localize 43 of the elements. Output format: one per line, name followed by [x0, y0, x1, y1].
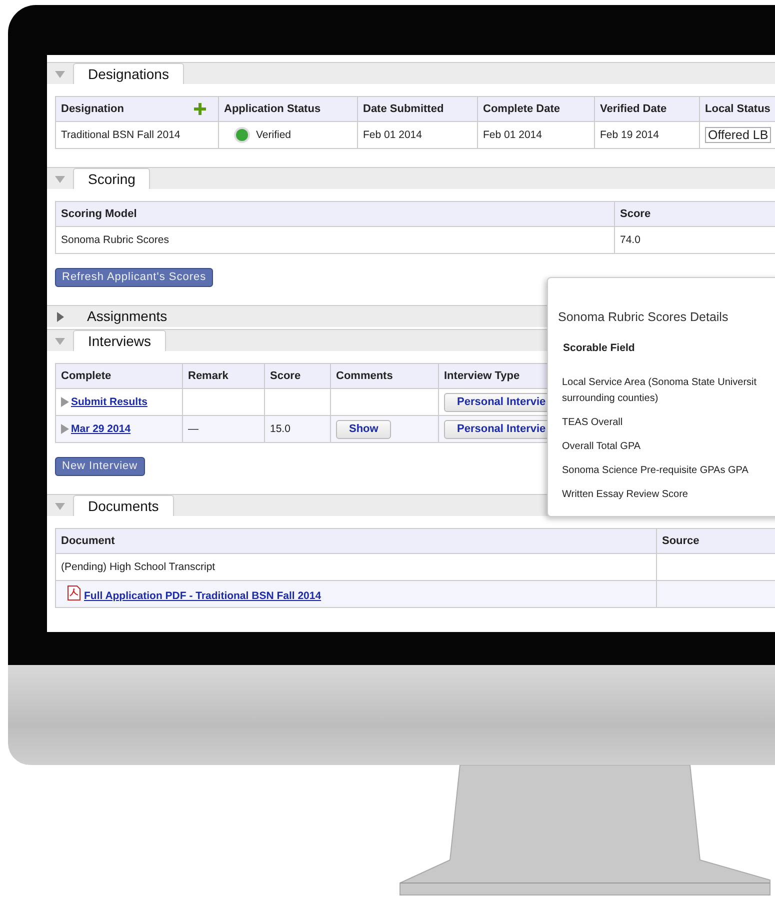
column-header: Complete: [56, 364, 182, 388]
add-icon[interactable]: [194, 103, 206, 115]
column-header: Score: [264, 364, 330, 388]
column-header: Complete Date: [478, 96, 594, 122]
scorable-field: Overall Total GPA: [562, 438, 775, 454]
column-header: Scoring Model: [56, 202, 614, 226]
column-header: Score: [614, 202, 775, 226]
column-header: Scorable Field: [563, 340, 636, 356]
status-text: Verified: [256, 129, 292, 141]
table-cell: Feb 19 2014: [594, 122, 700, 148]
column-header: Comments: [330, 364, 438, 388]
table-cell: Sonoma Rubric Scores: [56, 226, 614, 254]
column-header: Designation: [61, 103, 124, 115]
popup-title: Sonoma Rubric Scores Details: [558, 309, 730, 326]
section-tab[interactable]: Documents: [73, 495, 174, 516]
section-tab[interactable]: Interviews: [73, 330, 166, 351]
section-header[interactable]: Assignments: [87, 306, 168, 327]
table-cell: 15.0: [264, 416, 330, 442]
scorable-field: TEAS Overall: [562, 414, 775, 430]
section-tab[interactable]: Designations: [73, 63, 184, 84]
scorable-field: Written Essay Review Score: [562, 486, 775, 502]
column-header: Remark: [182, 364, 264, 388]
table-cell: —: [182, 416, 264, 442]
refresh-scores-button[interactable]: Refresh Applicant's Scores: [55, 268, 214, 287]
section-tab[interactable]: Scoring: [73, 168, 150, 189]
document-link[interactable]: Full Application PDF - Traditional BSN Fall 2014: [84, 590, 322, 602]
expand-icon[interactable]: [61, 424, 69, 434]
table-cell: Feb 01 2014: [358, 122, 478, 148]
pdf-file-icon: [67, 585, 81, 601]
new-interview-button[interactable]: New Interview: [55, 457, 145, 476]
column-header: Source: [656, 528, 775, 554]
scorable-field: Sonoma Science Pre-requisite GPAs GPA: [562, 462, 775, 478]
table-cell: Feb 01 2014: [478, 122, 594, 148]
scorable-field: Local Service Area (Sonoma State Universit surrounding counties): [562, 374, 775, 406]
column-header: Document: [56, 528, 656, 554]
show-button[interactable]: Show: [336, 420, 392, 438]
column-header: Local Status: [700, 96, 775, 122]
column-header: Date Submitted: [358, 96, 478, 122]
column-header: Application Status: [218, 96, 358, 122]
column-header: Verified Date: [594, 96, 700, 122]
expand-icon[interactable]: [61, 397, 69, 408]
table-cell: Traditional BSN Fall 2014: [56, 122, 218, 148]
status-select[interactable]: Offered LB: [705, 127, 772, 143]
